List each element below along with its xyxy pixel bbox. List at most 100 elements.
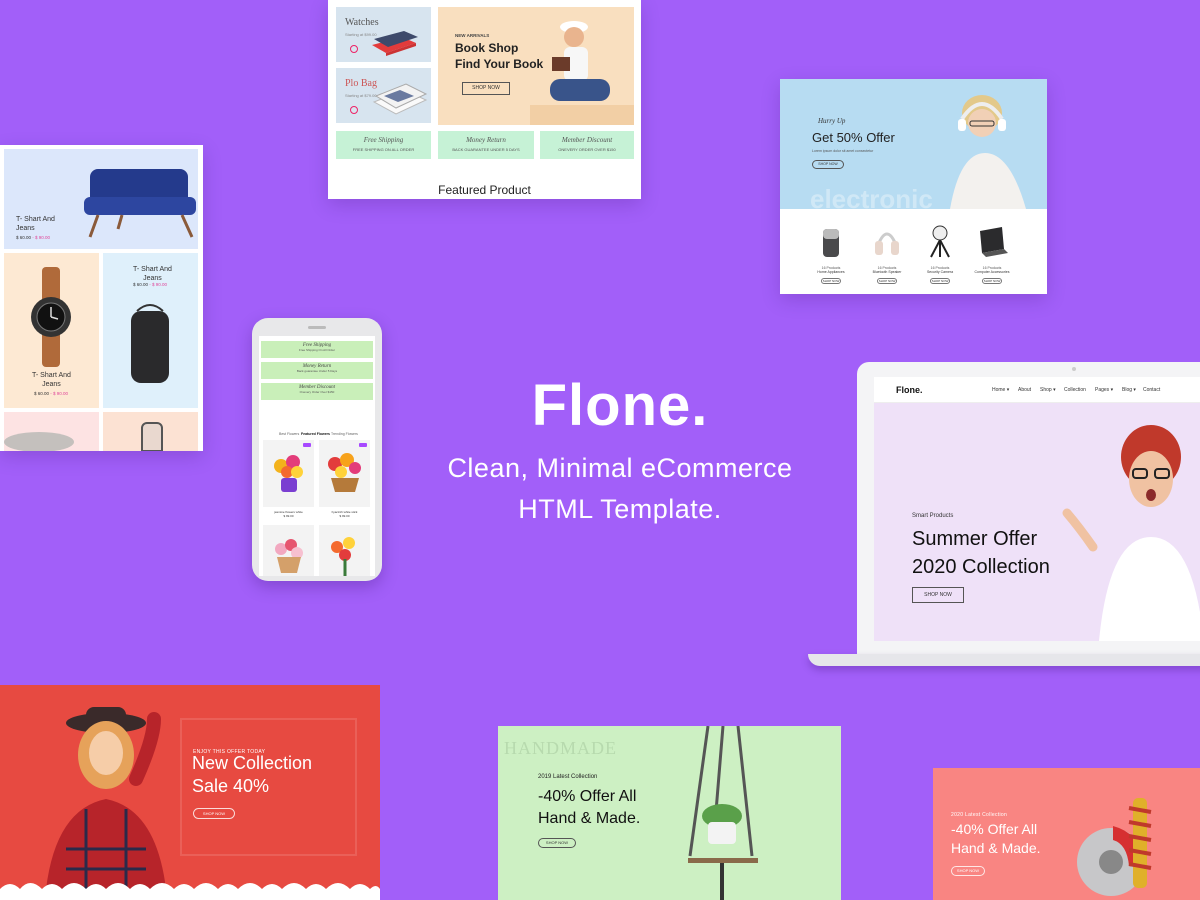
laptop-hero-banner[interactable]: Smart Products Summer Offer 2020 Collect… <box>874 403 1200 641</box>
nav-about[interactable]: About <box>1018 387 1031 393</box>
product-name: Security Camera <box>926 270 954 274</box>
shop-now-button[interactable]: SHOP NOW <box>982 278 1002 284</box>
flower-product-card[interactable] <box>319 525 370 576</box>
girl-in-hat-image <box>46 707 166 889</box>
tab-trending-flowers[interactable]: Trending Flowers <box>331 432 358 436</box>
new-collection-banner[interactable]: ENJOY THIS OFFER TODAY New Collection Sa… <box>0 685 380 900</box>
book-hero-banner[interactable]: NEW ARRIVALS Book Shop Find Your Book SH… <box>438 7 634 125</box>
banner-headline: New Collection Sale 40% <box>192 752 312 798</box>
banner-kicker: 2019 Latest Collection <box>538 774 598 780</box>
tile-title: T- Shart And Jeans <box>133 265 172 283</box>
laptop-screen[interactable]: Flone. Home ▾ About Shop ▾ Collection Pa… <box>874 377 1200 641</box>
handmade-banner[interactable]: HANDMADE 2019 Latest Collection -40% Off… <box>498 726 841 900</box>
nav-label: Pages <box>1095 387 1110 393</box>
nav-pages[interactable]: Pages ▾ <box>1095 387 1113 393</box>
shop-now-button[interactable]: SHOP NOW <box>821 278 841 284</box>
sofa-tile[interactable]: T- Shart And Jeans $ 60.00 - $ 90.00 <box>4 149 198 249</box>
price: $ 60.00 <box>34 391 50 396</box>
shop-now-button[interactable]: SHOP NOW <box>951 866 985 876</box>
product-info: jasmine flowers white $ 99.00 <box>263 510 314 518</box>
camera-icon <box>930 225 950 258</box>
arrow-icon[interactable] <box>350 106 358 114</box>
shop-now-button[interactable]: SHOP NOW <box>812 160 844 169</box>
product-name: Computer Accessories <box>974 270 1010 274</box>
phone-speaker <box>308 326 326 329</box>
site-logo[interactable]: Flone. <box>896 385 923 395</box>
hero-line-2: 2020 Collection <box>912 556 1050 578</box>
flower-product-card[interactable] <box>263 525 314 576</box>
electronics-shop-preview[interactable]: electronic Hurry Up Get 50% Offer Lorem … <box>780 79 1047 294</box>
banner-line-2: Hand & Made. <box>538 810 641 827</box>
promo-money-return: Money Return Back guarantee Under 5 Days <box>261 362 373 379</box>
watermark-text: HANDMADE <box>504 738 617 758</box>
brand-tagline: Clean, Minimal eCommerce HTML Template. <box>400 448 840 530</box>
bag-banner[interactable]: Plo Bag Starting at $79.00 <box>336 68 431 123</box>
nav-contact[interactable]: Contact <box>1143 387 1160 393</box>
old-price: - $ 90.00 <box>50 391 69 396</box>
flower-product-card[interactable] <box>263 440 314 507</box>
nav-label: Home <box>992 387 1006 393</box>
tab-best-flowers[interactable]: Best Flowers <box>279 432 299 436</box>
speaker-tile[interactable]: T- Shart And Jeans $ 60.00 - $ 90.00 <box>103 253 198 408</box>
shoe-tile[interactable] <box>103 412 198 451</box>
brake-disc-image <box>1077 798 1152 896</box>
hero-kicker: Hurry Up <box>818 117 846 125</box>
tile-title-line-2: Jeans <box>42 381 61 388</box>
headphones-icon <box>875 232 899 255</box>
arrow-icon[interactable] <box>350 45 358 53</box>
nav-blog[interactable]: Blog ▾ <box>1122 387 1136 393</box>
tile-title-line-1: T- Shart And <box>32 372 71 379</box>
book-shop-preview[interactable]: Watches Starting at $99.00 Plo Bag Start… <box>328 0 641 199</box>
hero-line-1: Summer Offer <box>912 528 1038 550</box>
promo-free-shipping: Free Shipping FREE SHIPPING ON ALL ORDER <box>336 131 431 159</box>
shop-now-button[interactable]: SHOP NOW <box>462 82 510 95</box>
banner-line-1: New Collection <box>192 753 313 773</box>
shop-now-button[interactable]: SHOP NOW <box>930 278 950 284</box>
product-name: Home Appliances <box>817 270 845 274</box>
electronics-hero-banner[interactable]: electronic Hurry Up Get 50% Offer Lorem … <box>780 79 1047 209</box>
speaker-image <box>131 304 169 383</box>
brand-title: Flone. <box>531 373 709 438</box>
product-info: hyacinth white stick $ 99.00 <box>319 510 370 518</box>
banner-headline: -40% Offer All Hand & Made. <box>538 786 640 830</box>
product-name: Bluetooth Speaker <box>872 270 902 274</box>
old-price: - $ 90.00 <box>32 235 51 240</box>
promo-subtitle: FREE SHIPPING ON ALL ORDER <box>352 147 415 152</box>
shop-now-button[interactable]: SHOP NOW <box>193 808 235 819</box>
watch-image <box>31 267 71 367</box>
flower-pot-image <box>275 539 303 573</box>
fashion-shop-preview[interactable]: T- Shart And Jeans $ 60.00 - $ 90.00 T- … <box>0 145 203 451</box>
watches-banner[interactable]: Watches Starting at $99.00 <box>336 7 431 62</box>
product-bluetooth-speaker[interactable]: 16 Products Bluetooth Speaker SHOP NOW <box>862 223 912 284</box>
nav-collection[interactable]: Collection <box>1064 387 1086 393</box>
nav-label: Blog <box>1122 387 1133 393</box>
auto-parts-banner[interactable]: 2020 Latest Collection -40% Offer All Ha… <box>933 768 1200 900</box>
tab-featured-flowers[interactable]: Featured Flowers <box>301 432 330 436</box>
product-home-appliances[interactable]: 16 Products Home Appliances SHOP NOW <box>806 223 856 284</box>
stool-image <box>4 432 74 451</box>
nav-shop[interactable]: Shop ▾ <box>1040 387 1056 393</box>
promo-subtitle: BACK GUARANTEE UNDER 5 DAYS <box>452 147 520 152</box>
hero-headline: Get 50% Offer <box>812 130 895 145</box>
nav-home[interactable]: Home ▾ <box>992 387 1009 393</box>
product-security-camera[interactable]: 16 Products Security Camera SHOP NOW <box>915 223 965 284</box>
product-computer-accessories[interactable]: 16 Products Computer Accessories SHOP NO… <box>967 223 1017 284</box>
banner-line-2: Sale 40% <box>192 776 270 796</box>
book-stack-image <box>372 31 418 56</box>
phone-screen[interactable]: Free Shipping Free Shipping On All Order… <box>259 336 375 576</box>
old-price: - $ 90.00 <box>149 282 168 287</box>
stool-tile[interactable] <box>4 412 99 451</box>
tile-title: T- Shart And Jeans <box>32 371 71 389</box>
chevron-down-icon: ▾ <box>1110 387 1114 393</box>
sale-badge <box>359 443 367 447</box>
shop-now-button[interactable]: SHOP NOW <box>538 838 576 848</box>
flower-product-card[interactable] <box>319 440 370 507</box>
laptop-mockup: Flone. Home ▾ About Shop ▾ Collection Pa… <box>857 362 1200 656</box>
chevron-down-icon: ▾ <box>1053 387 1056 393</box>
watch-tile[interactable]: T- Shart And Jeans $ 60.00 - $ 90.00 <box>4 253 99 408</box>
promo-member-discount: Member Discount Onevery Order Over $150 <box>261 383 373 400</box>
shop-now-button[interactable]: SHOP NOW <box>877 278 897 284</box>
cloud-border-decoration <box>0 883 380 900</box>
shop-now-button[interactable]: SHOP NOW <box>912 587 964 603</box>
promo-free-shipping: Free Shipping Free Shipping On All Order <box>261 341 373 358</box>
